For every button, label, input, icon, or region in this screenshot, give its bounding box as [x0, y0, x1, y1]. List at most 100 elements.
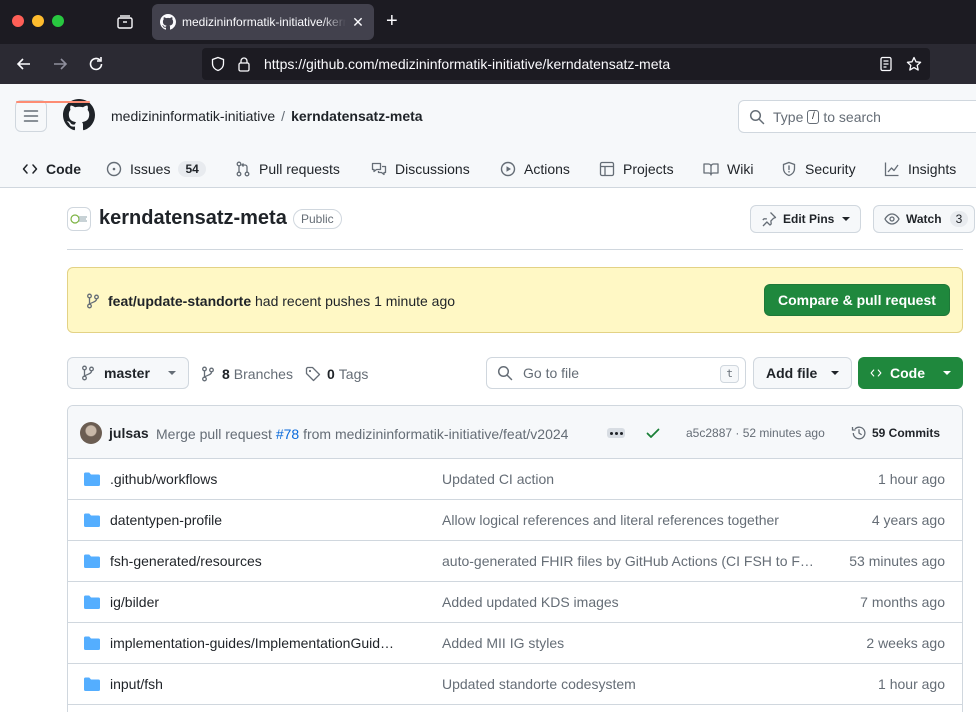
tab-wiki[interactable]: Wiki	[703, 150, 753, 188]
folder-icon	[84, 677, 100, 691]
file-commit-message[interactable]: Updated CI action	[442, 471, 554, 487]
git-pull-request-icon	[236, 161, 250, 177]
breadcrumb-repo-link[interactable]: kerndatensatz-meta	[291, 108, 423, 124]
compare-pull-request-button[interactable]: Compare & pull request	[764, 284, 950, 316]
file-commit-message[interactable]: Added updated KDS images	[442, 594, 619, 610]
commit-message-suffix: from medizininformatik-initiative/feat/v…	[303, 426, 569, 442]
menu-button[interactable]	[15, 100, 47, 132]
lock-icon[interactable]	[236, 56, 252, 72]
tab-wiki-label: Wiki	[727, 161, 754, 177]
repo-title[interactable]: kerndatensatz-meta	[99, 207, 287, 230]
commits-history-link[interactable]: 59 Commits	[851, 425, 940, 441]
go-to-file-shortcut-key: t	[720, 365, 739, 383]
tab-close-icon[interactable]: ✕	[350, 14, 366, 31]
file-commit-message[interactable]: Added MII IG styles	[442, 635, 564, 651]
commit-author-link[interactable]: julsas	[109, 425, 149, 441]
tab-projects-label: Projects	[623, 161, 674, 177]
banner-message: had recent pushes 1 minute ago	[255, 293, 456, 309]
github-logo-icon[interactable]	[63, 99, 95, 131]
back-arrow-icon[interactable]	[14, 54, 34, 74]
browser-tab[interactable]: medizininformatik-initiative/kerndatensa…	[152, 4, 374, 40]
banner-branch-name[interactable]: feat/update-standorte	[108, 293, 251, 309]
tab-pull-requests[interactable]: Pull requests	[235, 150, 340, 188]
watch-counter: 3	[949, 211, 969, 227]
commits-count: 59 Commits	[872, 426, 941, 440]
reload-icon[interactable]	[86, 54, 106, 74]
expand-commit-message-button[interactable]	[607, 428, 625, 438]
table-row: .github/workflows Updated CI action 1 ho…	[68, 459, 962, 500]
check-icon[interactable]	[645, 425, 661, 441]
shield-icon[interactable]	[210, 56, 226, 72]
tab-insights[interactable]: Insights	[884, 150, 956, 188]
pull-request-link[interactable]: #78	[276, 426, 299, 442]
search-input[interactable]: Type / to search	[738, 100, 976, 133]
github-header: medizininformatik-initiative / kerndatensa…	[0, 84, 976, 188]
folder-icon	[84, 554, 100, 568]
table-icon	[599, 161, 615, 177]
title-divider	[67, 249, 963, 250]
tab-issues[interactable]: Issues 54	[106, 150, 206, 188]
window-minimize-button[interactable]	[32, 15, 44, 27]
branch-name: master	[104, 365, 150, 381]
comment-discussion-icon	[371, 162, 387, 176]
tags-link[interactable]: 0 Tags	[305, 366, 368, 382]
dropdown-caret-icon	[842, 217, 851, 221]
shield-icon	[782, 161, 796, 177]
file-commit-date: 2 weeks ago	[866, 635, 945, 651]
file-name-link[interactable]: ig/bilder	[110, 594, 159, 610]
add-file-button[interactable]: Add file	[753, 357, 853, 389]
tab-security[interactable]: Security	[781, 150, 856, 188]
file-name-link[interactable]: fsh-generated/resources	[110, 553, 262, 569]
file-name-link[interactable]: datentypen-profile	[110, 512, 222, 528]
file-commit-message[interactable]: Updated standorte codesystem	[442, 676, 636, 692]
window-zoom-button[interactable]	[52, 15, 64, 27]
branches-link[interactable]: 8 Branches	[200, 366, 293, 382]
avatar[interactable]	[80, 422, 102, 444]
window-close-button[interactable]	[12, 15, 24, 27]
folder-icon	[84, 472, 100, 486]
repo-owner-avatar[interactable]	[67, 207, 91, 231]
breadcrumb-owner-link[interactable]: medizininformatik-initiative	[111, 108, 275, 124]
tab-discussions[interactable]: Discussions	[371, 150, 470, 188]
graph-icon	[884, 162, 899, 177]
tab-issues-label: Issues	[130, 161, 171, 177]
visibility-badge: Public	[293, 209, 342, 229]
search-shortcut-key: /	[807, 109, 820, 124]
file-name-link[interactable]: input/fsh	[110, 676, 163, 692]
tags-count: 0	[327, 366, 335, 382]
tags-label: Tags	[338, 366, 369, 382]
tab-code[interactable]: Code	[22, 150, 81, 188]
banner-text: feat/update-standorte had recent pushes …	[108, 293, 455, 309]
tab-actions-label: Actions	[524, 161, 570, 177]
file-commit-message[interactable]: auto-generated FHIR files by GitHub Acti…	[442, 553, 814, 569]
tab-projects[interactable]: Projects	[599, 150, 674, 188]
edit-pins-button[interactable]: Edit Pins	[750, 205, 862, 233]
url-bar[interactable]: https://github.com/medizininformatik-ini…	[202, 48, 930, 80]
dropdown-caret-icon	[167, 371, 176, 375]
file-commit-date: 53 minutes ago	[849, 553, 945, 569]
code-dropdown-button[interactable]: Code	[858, 357, 963, 389]
add-file-label: Add file	[766, 365, 818, 381]
forward-arrow-icon[interactable]	[50, 54, 70, 74]
active-tab-underline	[16, 101, 90, 103]
file-commit-date: 1 hour ago	[878, 676, 945, 692]
url-text[interactable]: https://github.com/medizininformatik-ini…	[264, 56, 670, 72]
file-commit-message[interactable]: Allow logical references and literal ref…	[442, 512, 779, 528]
tab-overview-icon[interactable]	[116, 13, 134, 31]
code-icon	[870, 369, 882, 377]
go-to-file-input[interactable]: Go to file t	[486, 357, 746, 389]
tab-security-label: Security	[805, 161, 856, 177]
new-tab-button[interactable]: +	[386, 11, 398, 31]
watch-button[interactable]: Watch 3	[873, 205, 976, 233]
commit-sha-time[interactable]: a5c2887 · 52 minutes ago	[686, 426, 825, 440]
reader-view-icon[interactable]	[878, 56, 894, 72]
branch-selector-button[interactable]: master	[67, 357, 189, 389]
watch-label: Watch	[906, 212, 942, 226]
file-name-link[interactable]: implementation-guides/ImplementationGuid…	[110, 635, 394, 651]
tab-actions[interactable]: Actions	[500, 150, 570, 188]
search-icon	[749, 109, 765, 124]
commit-message[interactable]: Merge pull request #78 from medizininfor…	[156, 426, 568, 442]
bookmark-star-icon[interactable]	[906, 56, 922, 72]
file-name-link[interactable]: .github/workflows	[110, 471, 217, 487]
table-row: ig/bilder Added updated KDS images 7 mon…	[68, 582, 962, 623]
